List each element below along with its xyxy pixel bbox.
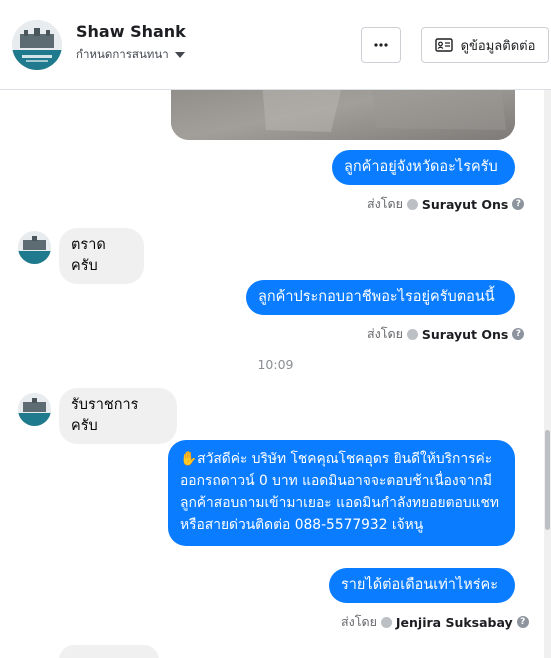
chat-scrollbar[interactable] <box>544 90 551 658</box>
contact-name[interactable]: Shaw Shank <box>76 22 186 41</box>
outgoing-message[interactable]: ✋สวัสดีค่ะ บริษัท โชคคุณโชคอุดร ยินดีให้… <box>168 440 515 546</box>
help-icon[interactable]: ? <box>512 328 525 340</box>
sent-by-indicator: ส่งโดย Jenjira Suksabay ? <box>341 612 529 632</box>
more-options-button[interactable] <box>361 27 401 63</box>
help-icon[interactable]: ? <box>512 198 525 210</box>
contact-card-icon <box>434 38 453 52</box>
outgoing-message[interactable]: ลูกค้าอยู่จังหวัดอะไรครับ <box>332 150 515 185</box>
incoming-message[interactable] <box>59 645 159 658</box>
agent-name[interactable]: Surayut Ons <box>422 327 508 342</box>
conversation-header: Shaw Shank กำหนดการสนทนา ดูข้อมูลติดต่อ <box>0 0 551 90</box>
more-icon <box>374 43 388 47</box>
help-icon[interactable]: ? <box>516 616 529 628</box>
sent-by-label: ส่งโดย <box>341 614 377 629</box>
chevron-down-icon <box>174 52 185 58</box>
view-contact-button[interactable]: ดูข้อมูลติดต่อ <box>421 27 549 63</box>
message-text: ตราดครับ <box>71 237 106 274</box>
message-timestamp: 10:09 <box>257 357 294 372</box>
agent-name[interactable]: Jenjira Suksabay <box>396 615 513 630</box>
contact-avatar[interactable] <box>12 20 62 70</box>
assign-label: กำหนดการสนทนา <box>76 47 169 61</box>
incoming-message[interactable]: ตราดครับ <box>59 228 144 284</box>
sent-by-label: ส่งโดย <box>367 326 403 341</box>
sent-by-indicator: ส่งโดย Surayut Ons ? <box>367 324 525 344</box>
sent-by-indicator: ส่งโดย Surayut Ons ? <box>367 194 525 214</box>
outgoing-message[interactable]: ลูกค้าประกอบอาชีพอะไรอยู่ครับตอนนี้ <box>246 280 515 315</box>
contact-avatar-small[interactable] <box>18 231 51 264</box>
agent-name[interactable]: Surayut Ons <box>422 197 508 212</box>
agent-avatar <box>380 616 392 628</box>
message-text: ลูกค้าอยู่จังหวัดอะไรครับ <box>344 159 498 175</box>
message-thread[interactable]: ลูกค้าอยู่จังหวัดอะไรครับ ส่งโดย Surayut… <box>0 90 544 658</box>
agent-avatar <box>406 328 418 340</box>
image-attachment[interactable] <box>171 90 515 140</box>
sent-by-label: ส่งโดย <box>367 196 403 211</box>
contact-avatar-small[interactable] <box>18 393 51 426</box>
message-text: รับราชการครับ <box>71 397 139 434</box>
incoming-message[interactable]: รับราชการครับ <box>59 388 177 444</box>
assign-conversation-dropdown[interactable]: กำหนดการสนทนา <box>76 46 185 64</box>
message-text: ✋สวัสดีค่ะ บริษัท โชคคุณโชคอุดร ยินดีให้… <box>180 451 499 533</box>
agent-avatar <box>406 198 418 210</box>
message-text: รายได้ต่อเดือนเท่าไหร่คะ <box>341 577 499 593</box>
message-text: ลูกค้าประกอบอาชีพอะไรอยู่ครับตอนนี้ <box>258 289 495 305</box>
view-contact-label: ดูข้อมูลติดต่อ <box>460 38 536 54</box>
outgoing-message[interactable]: รายได้ต่อเดือนเท่าไหร่คะ <box>329 568 515 603</box>
scrollbar-thumb[interactable] <box>545 430 550 530</box>
